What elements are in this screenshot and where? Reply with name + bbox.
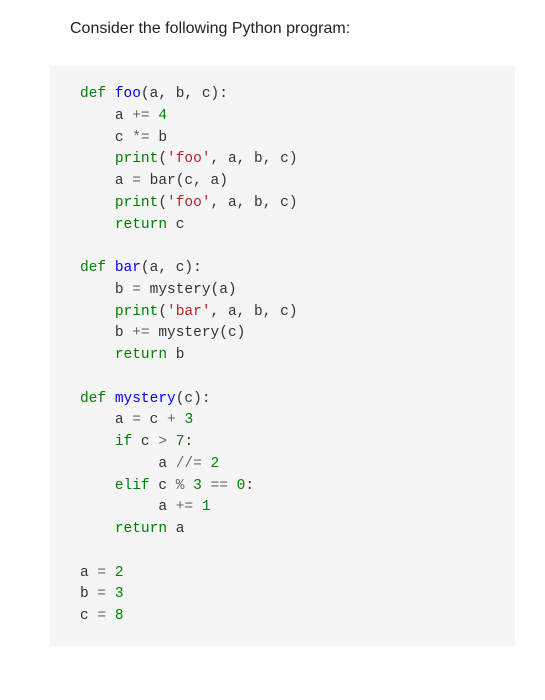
- string: 'foo': [167, 151, 211, 167]
- code-text: (: [158, 151, 167, 167]
- number: 2: [211, 456, 220, 472]
- code-text: bar(c, a): [150, 173, 228, 189]
- number: 3: [115, 586, 124, 602]
- code-text: , a, b, c): [211, 151, 298, 167]
- number: 8: [115, 608, 124, 624]
- operator: >: [150, 434, 167, 450]
- code-text: c: [141, 412, 158, 428]
- code-text: a: [80, 565, 89, 581]
- keyword-elif: elif: [115, 478, 150, 494]
- code-text: a: [158, 499, 167, 515]
- operator: +=: [132, 108, 149, 124]
- code-text: (a, c):: [141, 260, 202, 276]
- operator: =: [97, 586, 106, 602]
- keyword-if: if: [115, 434, 132, 450]
- operator: *=: [132, 130, 149, 146]
- operator: =: [97, 608, 106, 624]
- code-text: c: [132, 434, 149, 450]
- operator: %: [167, 478, 184, 494]
- code-text: mystery(c): [150, 325, 246, 341]
- code-text: :: [184, 434, 193, 450]
- operator: +=: [132, 325, 149, 341]
- number: 2: [115, 565, 124, 581]
- builtin-print: print: [115, 195, 159, 211]
- operator: =: [132, 173, 141, 189]
- code-text: mystery(a): [141, 282, 237, 298]
- function-name: mystery: [115, 391, 176, 407]
- keyword-def: def: [80, 260, 106, 276]
- code-text: , a, b, c): [211, 304, 298, 320]
- code-text: c: [167, 217, 184, 233]
- code-text: a: [115, 108, 124, 124]
- code-text: (c):: [176, 391, 211, 407]
- code-text: c: [115, 130, 124, 146]
- code-text: c: [80, 608, 89, 624]
- number: 3: [193, 478, 202, 494]
- code-text: a: [158, 456, 167, 472]
- code-text: :: [245, 478, 254, 494]
- code-text: (a, b, c):: [141, 86, 228, 102]
- keyword-def: def: [80, 86, 106, 102]
- code-text: b: [115, 282, 124, 298]
- operator: +: [167, 412, 176, 428]
- operator: //=: [176, 456, 202, 472]
- code-text: b: [158, 130, 167, 146]
- string: 'foo': [167, 195, 211, 211]
- keyword-return: return: [115, 347, 167, 363]
- code-text: b: [80, 586, 89, 602]
- builtin-print: print: [115, 151, 159, 167]
- string: 'bar': [167, 304, 211, 320]
- code-text: c: [150, 478, 167, 494]
- code-text: a: [167, 521, 184, 537]
- prompt-text: Consider the following Python program:: [30, 20, 515, 38]
- function-name: foo: [115, 86, 141, 102]
- code-text: b: [167, 347, 184, 363]
- number: 3: [184, 412, 193, 428]
- builtin-print: print: [115, 304, 159, 320]
- code-text: , a, b, c): [211, 195, 298, 211]
- function-name: bar: [115, 260, 141, 276]
- code-text: a: [115, 173, 124, 189]
- code-text: (: [158, 304, 167, 320]
- code-text: a: [115, 412, 124, 428]
- operator: =: [132, 282, 141, 298]
- code-block: def foo(a, b, c): a += 4 c *= b print('f…: [50, 66, 515, 646]
- code-text: b: [115, 325, 124, 341]
- keyword-def: def: [80, 391, 106, 407]
- operator: =: [132, 412, 141, 428]
- number: 4: [158, 108, 167, 124]
- code-text: (: [158, 195, 167, 211]
- keyword-return: return: [115, 521, 167, 537]
- operator: =: [97, 565, 106, 581]
- operator: ==: [202, 478, 228, 494]
- keyword-return: return: [115, 217, 167, 233]
- operator: +=: [176, 499, 193, 515]
- number: 1: [202, 499, 211, 515]
